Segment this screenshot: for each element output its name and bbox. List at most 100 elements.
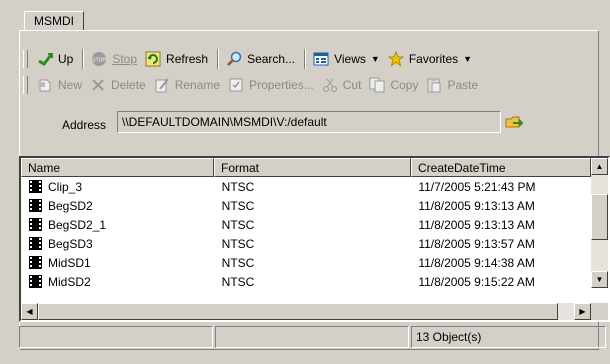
list-item[interactable]: BegSD2 NTSC 11/8/2005 9:13:13 AM: [21, 196, 590, 215]
new-icon: [37, 77, 53, 93]
refresh-button[interactable]: Refresh: [142, 48, 211, 70]
status-object-count: 13 Object(s): [411, 326, 606, 348]
chevron-down-icon: ▼: [370, 54, 380, 64]
item-name: BegSD2_1: [48, 217, 107, 232]
film-icon: [29, 199, 42, 212]
scroll-left-button[interactable]: ◀: [21, 303, 38, 320]
item-name: MidSD1: [48, 255, 91, 270]
item-created: 11/8/2005 9:13:13 AM: [418, 198, 535, 213]
separator: [304, 49, 307, 69]
separator: [82, 49, 85, 69]
film-icon: [29, 256, 42, 269]
toolbar-grip[interactable]: [23, 76, 28, 94]
stop-button[interactable]: STOP Stop: [88, 48, 140, 70]
new-label: New: [58, 78, 83, 92]
scroll-down-button[interactable]: ▼: [591, 271, 608, 288]
paste-label: Paste: [447, 78, 479, 92]
search-label: Search...: [247, 52, 296, 66]
copy-icon: [369, 77, 385, 93]
rename-label: Rename: [174, 78, 221, 92]
item-format: NTSC: [221, 236, 255, 251]
arrow-right-icon: ▶: [579, 307, 586, 316]
film-icon: [29, 218, 42, 231]
item-created: 11/8/2005 9:14:38 AM: [418, 255, 535, 270]
delete-icon: [90, 77, 106, 93]
item-created: 11/8/2005 9:13:57 AM: [418, 236, 535, 251]
new-button[interactable]: New: [34, 74, 85, 96]
film-icon: [29, 275, 42, 288]
horizontal-scrollbar[interactable]: ◀ ▶: [21, 303, 591, 320]
item-created: 11/7/2005 5:21:43 PM: [418, 179, 536, 194]
cut-label: Cut: [342, 78, 362, 92]
edit-toolbar: New Delete Rename Properties... Cut Copy…: [21, 72, 483, 98]
tab-label: MSMDI: [34, 14, 74, 28]
copy-button[interactable]: Copy: [366, 74, 421, 96]
stop-label: Stop: [112, 52, 138, 66]
copy-label: Copy: [390, 78, 419, 92]
scrollbar-corner: [591, 303, 608, 320]
item-name: MidSD2: [48, 274, 91, 289]
item-name: BegSD3: [48, 236, 93, 251]
paste-button[interactable]: Paste: [423, 74, 481, 96]
column-header-format[interactable]: Format: [214, 158, 411, 177]
status-panel-1: [19, 326, 213, 348]
item-created: 11/8/2005 9:13:13 AM: [418, 217, 535, 232]
address-label: Address: [62, 118, 107, 132]
properties-button[interactable]: Properties...: [225, 74, 317, 96]
list-item[interactable]: MidSD1 NTSC 11/8/2005 9:14:38 AM: [21, 253, 590, 272]
vertical-scrollbar[interactable]: ▲ ▼: [591, 158, 608, 288]
arrow-down-icon: ▼: [595, 275, 604, 284]
list-rows: Clip_3 NTSC 11/7/2005 5:21:43 PM BegSD2 …: [21, 177, 590, 288]
rename-button[interactable]: Rename: [151, 74, 223, 96]
separator: [217, 49, 220, 69]
tab-bar: MSMDI: [19, 5, 599, 31]
film-icon: [29, 180, 42, 193]
toolbar-grip[interactable]: [23, 50, 28, 68]
item-format: NTSC: [221, 274, 255, 289]
favorites-label: Favorites: [408, 52, 459, 66]
address-field[interactable]: \\DEFAULTDOMAIN\MSMDI\V:/default: [117, 111, 501, 133]
item-format: NTSC: [221, 179, 255, 194]
horizontal-scroll-thumb[interactable]: [38, 303, 558, 320]
svg-text:STOP: STOP: [93, 58, 107, 64]
properties-icon: [228, 77, 244, 93]
stop-icon: STOP: [91, 51, 107, 67]
favorites-button[interactable]: Favorites ▼: [385, 48, 475, 70]
item-format: NTSC: [221, 198, 255, 213]
file-list[interactable]: Name Format CreateDateTime Clip_3 NTSC 1…: [19, 156, 610, 322]
up-button[interactable]: Up: [34, 48, 76, 70]
vertical-scroll-thumb[interactable]: [591, 194, 608, 240]
scroll-right-button[interactable]: ▶: [574, 303, 591, 320]
column-header-createdatetime[interactable]: CreateDateTime: [411, 158, 591, 177]
folder-go-icon[interactable]: [505, 114, 525, 130]
item-created: 11/8/2005 9:15:22 AM: [418, 274, 535, 289]
list-item[interactable]: MidSD2 NTSC 11/8/2005 9:15:22 AM: [21, 272, 590, 288]
search-button[interactable]: Search...: [223, 48, 298, 70]
item-name: BegSD2: [48, 198, 93, 213]
refresh-icon: [145, 51, 161, 67]
cut-button[interactable]: Cut: [319, 74, 365, 96]
list-item[interactable]: BegSD3 NTSC 11/8/2005 9:13:57 AM: [21, 234, 590, 253]
scroll-up-button[interactable]: ▲: [591, 158, 608, 175]
delete-label: Delete: [111, 78, 146, 92]
refresh-label: Refresh: [166, 52, 209, 66]
arrow-left-icon: ◀: [26, 307, 33, 316]
delete-button[interactable]: Delete: [87, 74, 149, 96]
views-button[interactable]: Views ▼: [310, 48, 383, 70]
column-header-name[interactable]: Name: [21, 158, 214, 177]
rename-icon: [154, 77, 170, 93]
paste-icon: [426, 77, 442, 93]
properties-label: Properties...: [249, 78, 314, 92]
list-item[interactable]: BegSD2_1 NTSC 11/8/2005 9:13:13 AM: [21, 215, 590, 234]
cut-icon: [322, 77, 338, 93]
item-name: Clip_3: [48, 179, 83, 194]
views-icon: [313, 51, 329, 67]
list-header: Name Format CreateDateTime: [21, 158, 591, 177]
favorites-star-icon: [387, 50, 405, 67]
film-icon: [29, 237, 42, 250]
list-item[interactable]: Clip_3 NTSC 11/7/2005 5:21:43 PM: [21, 177, 590, 196]
tab-msmdi[interactable]: MSMDI: [24, 11, 84, 31]
search-icon: [226, 51, 242, 67]
up-arrow-icon: [37, 51, 53, 67]
status-bar: 13 Object(s): [19, 326, 610, 348]
